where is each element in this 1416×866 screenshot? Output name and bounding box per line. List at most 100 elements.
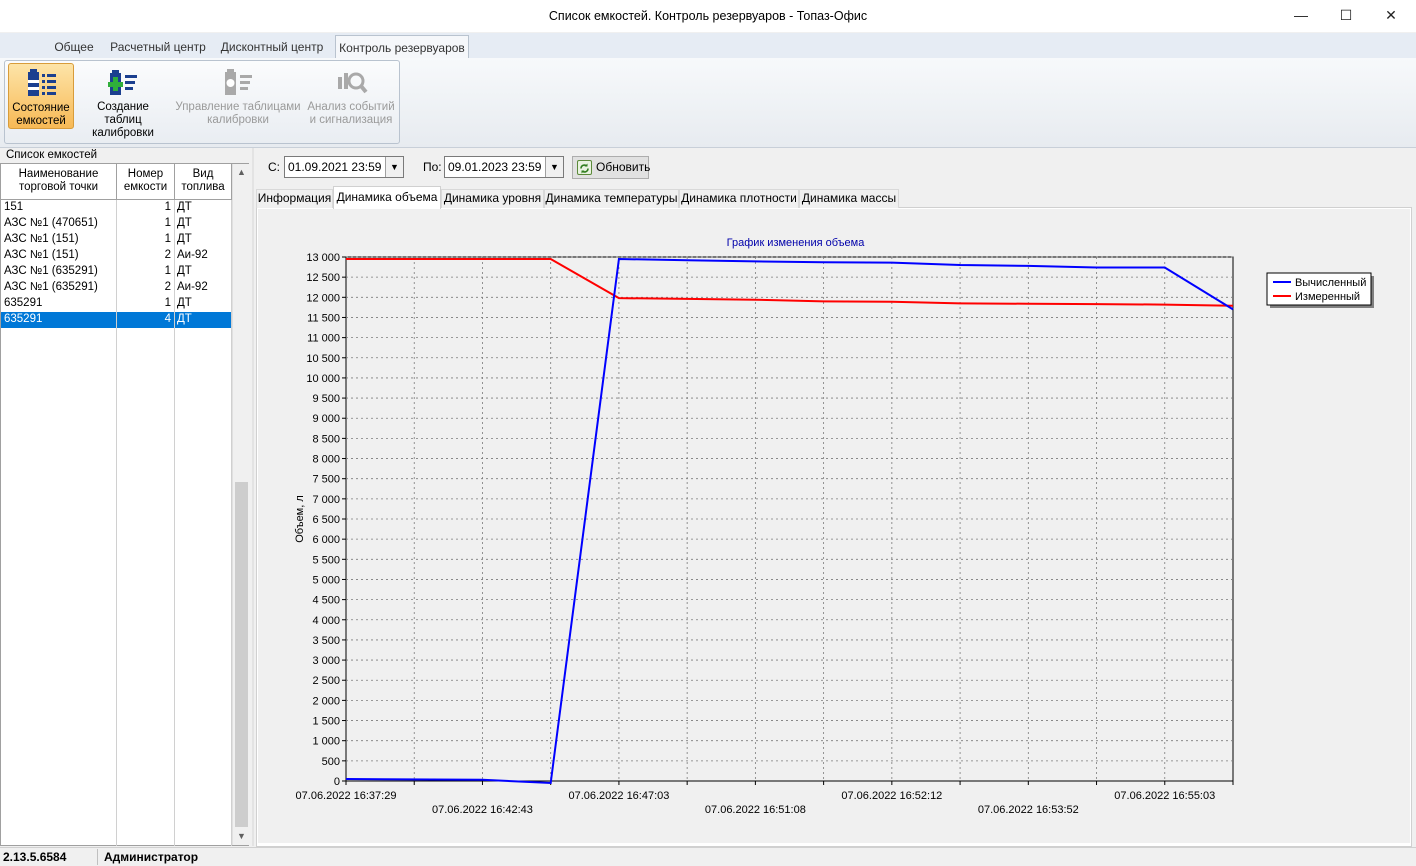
- minimize-button[interactable]: —: [1278, 0, 1324, 30]
- cell-tank: 1: [164, 217, 171, 229]
- y-tick-label: 1 000: [312, 736, 340, 748]
- create-calibration-button[interactable]: Создание таблиц калибровки: [77, 63, 169, 139]
- cell-point: АЗС №1 (151): [4, 249, 79, 261]
- scroll-up-icon[interactable]: ▲: [233, 164, 250, 181]
- from-date-picker[interactable]: 01.09.2021 23:59 ▼: [284, 156, 404, 178]
- y-tick-label: 3 000: [312, 655, 340, 667]
- version-label: 2.13.5.6584: [3, 850, 67, 864]
- y-tick-label: 7 000: [312, 494, 340, 506]
- cell-fuel: Аи-92: [177, 249, 208, 261]
- y-tick-label: 6 000: [312, 534, 340, 546]
- title-bar: Список емкостей. Контроль резервуаров - …: [0, 0, 1416, 32]
- refresh-icon: [577, 160, 592, 175]
- column-header-fuel[interactable]: Вид топлива: [175, 164, 232, 200]
- tab-density[interactable]: Динамика плотности: [679, 189, 799, 208]
- ribbon-tab-billing[interactable]: Расчетный центр: [106, 37, 210, 58]
- column-header-point[interactable]: Наименование торговой точки: [1, 164, 117, 200]
- column-header-tank[interactable]: Номер емкости: [117, 164, 175, 200]
- user-label: Администратор: [104, 850, 199, 864]
- chart-title: График изменения объема: [727, 237, 866, 249]
- to-date-picker[interactable]: 09.01.2023 23:59 ▼: [444, 156, 564, 178]
- cell-tank: 2: [164, 249, 171, 261]
- cell-tank: 1: [164, 201, 171, 213]
- cell-fuel: ДТ: [177, 233, 192, 245]
- legend-label: Вычисленный: [1295, 277, 1366, 289]
- tank-list-grid[interactable]: Наименование торговой точки Номер емкост…: [0, 163, 249, 846]
- y-tick-label: 9 500: [312, 393, 340, 405]
- y-tick-label: 8 500: [312, 433, 340, 445]
- y-tick-label: 1 500: [312, 716, 340, 728]
- x-tick-label: 07.06.2022 16:53:52: [978, 804, 1079, 816]
- x-tick-label: 07.06.2022 16:37:29: [296, 790, 397, 802]
- ribbon-panel: Состояние емкостей Создание таблиц калиб…: [0, 58, 1416, 148]
- event-analysis-label-1: Анализ событий: [307, 101, 395, 113]
- tab-temperature[interactable]: Динамика температуры: [544, 189, 679, 208]
- status-bar: 2.13.5.6584 Администратор: [0, 847, 1416, 866]
- y-tick-label: 5 500: [312, 554, 340, 566]
- y-tick-label: 12 500: [306, 272, 340, 284]
- x-tick-label: 07.06.2022 16:51:08: [705, 804, 806, 816]
- cell-point: 151: [4, 201, 24, 213]
- event-analysis-icon: [334, 67, 368, 97]
- from-label: С:: [268, 160, 280, 174]
- refresh-label: Обновить: [596, 160, 651, 174]
- y-tick-label: 2 000: [312, 695, 340, 707]
- cell-fuel: Аи-92: [177, 281, 208, 293]
- to-label: По:: [423, 160, 442, 174]
- column-header-fuel-line2: топлива: [181, 181, 225, 193]
- chevron-down-icon[interactable]: ▼: [545, 157, 563, 177]
- cell-fuel: ДТ: [177, 217, 192, 229]
- vertical-scrollbar[interactable]: ▲ ▼: [232, 164, 249, 845]
- ribbon-tab-general[interactable]: Общее: [46, 37, 102, 58]
- cell-fuel: ДТ: [177, 297, 192, 309]
- cell-tank: 2: [164, 281, 171, 293]
- grid-header: Наименование торговой точки Номер емкост…: [1, 164, 233, 200]
- y-tick-label: 12 000: [306, 292, 340, 304]
- cell-point: 635291: [4, 313, 43, 325]
- x-tick-label: 07.06.2022 16:55:03: [1114, 790, 1215, 802]
- tank-list-caption: Список емкостей: [6, 149, 98, 161]
- column-header-point-line2: торговой точки: [19, 181, 98, 193]
- status-divider: [97, 849, 98, 865]
- y-tick-label: 0: [334, 776, 340, 788]
- refresh-button[interactable]: Обновить: [572, 156, 651, 179]
- tab-level[interactable]: Динамика уровня: [441, 189, 544, 208]
- x-tick-label: 07.06.2022 16:42:43: [432, 804, 533, 816]
- tab-mass[interactable]: Динамика массы: [799, 189, 899, 208]
- scrollbar-thumb[interactable]: [235, 482, 248, 827]
- manage-calibration-icon: [221, 67, 255, 97]
- create-calibration-label-1: Создание таблиц: [97, 101, 149, 126]
- y-tick-label: 10 500: [306, 353, 340, 365]
- column-divider: [174, 200, 175, 846]
- y-tick-label: 9 000: [312, 413, 340, 425]
- create-calibration-label-2: калибровки: [92, 127, 154, 139]
- tank-state-button[interactable]: Состояние емкостей: [8, 63, 74, 129]
- y-tick-label: 500: [322, 756, 340, 768]
- event-analysis-label-2: и сигнализация: [309, 114, 393, 126]
- x-tick-label: 07.06.2022 16:52:12: [841, 790, 942, 802]
- tab-info[interactable]: Информация: [256, 189, 333, 208]
- ribbon-group: Состояние емкостей Создание таблиц калиб…: [4, 60, 400, 144]
- cell-tank: 4: [164, 313, 171, 325]
- tank-state-icon: [24, 68, 58, 98]
- from-date-value: 01.09.2021 23:59: [288, 160, 382, 174]
- column-header-fuel-line1: Вид: [192, 168, 214, 180]
- ribbon-tab-discount[interactable]: Дисконтный центр: [214, 37, 330, 58]
- y-tick-label: 11 500: [307, 312, 340, 324]
- scroll-down-icon[interactable]: ▼: [233, 828, 250, 845]
- cell-point: 635291: [4, 297, 43, 309]
- maximize-button[interactable]: ☐: [1323, 0, 1369, 30]
- y-tick-label: 5 000: [312, 574, 340, 586]
- event-analysis-button[interactable]: Анализ событий и сигнализация: [305, 63, 397, 129]
- cell-tank: 1: [164, 233, 171, 245]
- tab-volume[interactable]: Динамика объема: [333, 186, 441, 209]
- chevron-down-icon[interactable]: ▼: [385, 157, 403, 177]
- tank-state-label-1: Состояние: [12, 102, 70, 114]
- y-tick-label: 13 000: [306, 252, 340, 264]
- manage-calibration-button[interactable]: Управление таблицами калибровки: [175, 63, 301, 129]
- ribbon-tab-tanks[interactable]: Контроль резервуаров: [335, 35, 469, 59]
- y-tick-label: 2 500: [312, 675, 340, 687]
- panel-splitter[interactable]: [252, 148, 254, 846]
- close-button[interactable]: ✕: [1368, 0, 1414, 30]
- plot-area: [345, 256, 1234, 782]
